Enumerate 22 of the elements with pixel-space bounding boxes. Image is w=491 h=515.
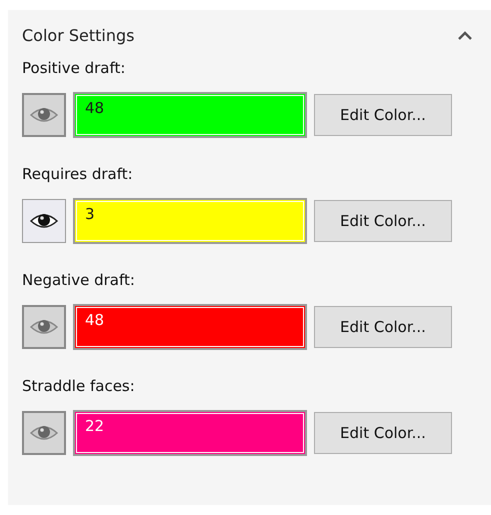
visibility-toggle[interactable]	[22, 93, 66, 137]
color-label: Positive draft:	[22, 59, 126, 77]
visibility-toggle[interactable]	[22, 411, 66, 455]
collapse-chevron-icon[interactable]	[457, 30, 473, 40]
color-field[interactable]: 48	[73, 304, 307, 350]
visibility-toggle[interactable]	[22, 199, 66, 243]
edit-color-button[interactable]: Edit Color...	[314, 306, 452, 348]
eye-icon	[29, 211, 59, 231]
color-field[interactable]: 3	[73, 198, 307, 244]
color-field[interactable]: 48	[73, 92, 307, 138]
visibility-toggle[interactable]	[22, 305, 66, 349]
eye-icon	[29, 105, 59, 125]
color-field[interactable]: 22	[73, 410, 307, 456]
edit-color-button[interactable]: Edit Color...	[314, 412, 452, 454]
color-label: Straddle faces:	[22, 377, 136, 395]
color-label: Negative draft:	[22, 271, 136, 289]
edit-color-button[interactable]: Edit Color...	[314, 94, 452, 136]
eye-icon	[29, 317, 59, 337]
edit-color-button[interactable]: Edit Color...	[314, 200, 452, 242]
section-title: Color Settings	[22, 26, 134, 45]
eye-icon	[29, 423, 59, 443]
color-label: Requires draft:	[22, 165, 134, 183]
